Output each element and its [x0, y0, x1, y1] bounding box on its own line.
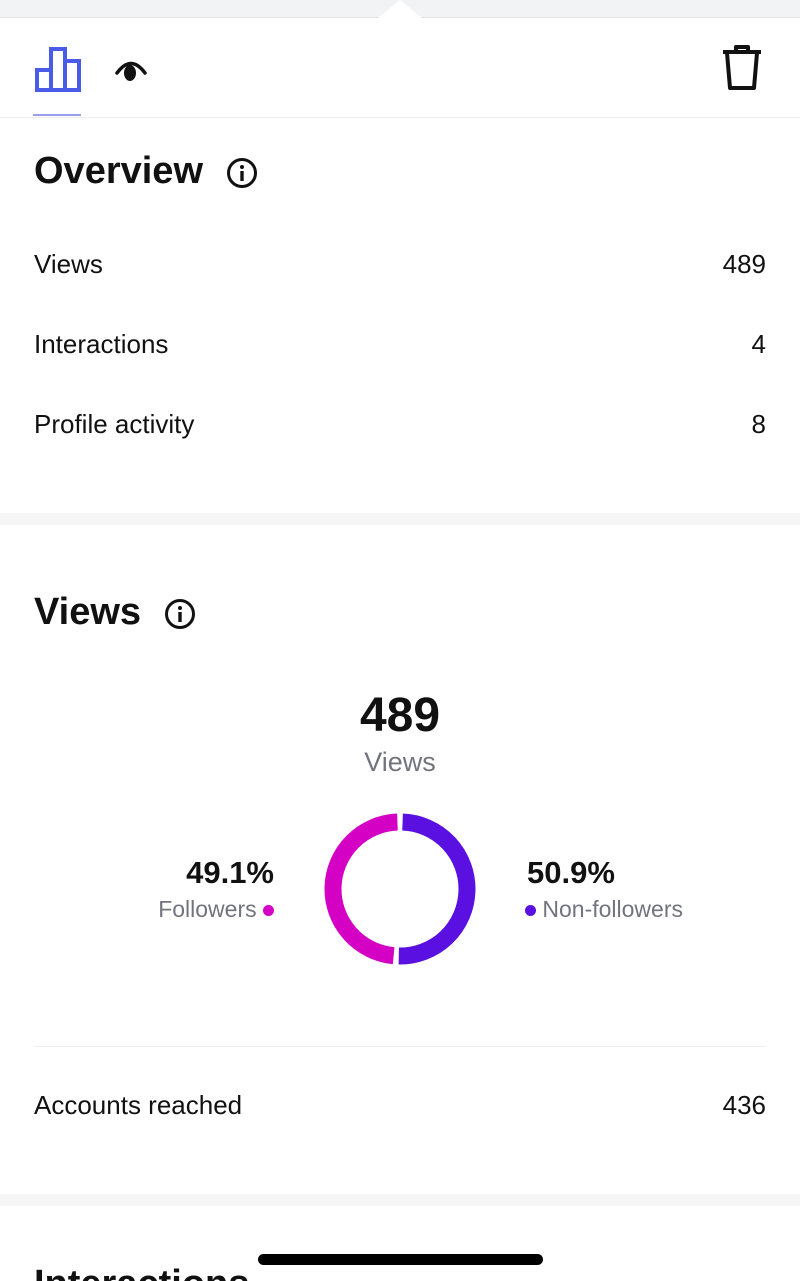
trash-icon: [723, 45, 761, 90]
tab-insights[interactable]: [34, 46, 82, 97]
overview-title-text: Overview: [34, 150, 203, 192]
non-followers-label: Non-followers: [542, 896, 683, 922]
section-divider: [0, 1194, 800, 1206]
row-value: 4: [751, 329, 766, 359]
views-title-text: Views: [34, 591, 142, 633]
eye-icon: [115, 61, 147, 81]
views-donut-chart: [324, 813, 476, 965]
accounts-reached-row[interactable]: Accounts reached 436: [34, 1090, 766, 1121]
row-value: 436: [722, 1090, 766, 1120]
row-value: 8: [751, 409, 766, 439]
sheet-notch: [378, 0, 422, 18]
bar-chart-icon: [35, 47, 81, 92]
views-total: 489: [359, 689, 441, 742]
row-value: 489: [722, 249, 766, 279]
divider: [34, 1046, 766, 1047]
overview-title: Overview: [34, 150, 258, 193]
interactions-title: Interactions: [34, 1262, 249, 1281]
overview-row-interactions[interactable]: Interactions 4: [34, 329, 766, 360]
delete-button[interactable]: [720, 44, 764, 97]
row-label: Accounts reached: [34, 1090, 243, 1120]
info-icon[interactable]: [226, 157, 258, 189]
views-total-label: Views: [364, 747, 436, 777]
row-label: Views: [34, 249, 103, 279]
followers-label: Followers: [158, 896, 257, 922]
donut-segment-non-followers: [398, 813, 476, 965]
home-indicator[interactable]: [258, 1254, 543, 1265]
row-label: Profile activity: [34, 409, 195, 439]
overview-row-profile-activity[interactable]: Profile activity 8: [34, 409, 766, 440]
followers-percent: 49.1%: [186, 855, 274, 890]
donut-segment-followers: [324, 813, 398, 965]
followers-dot: [263, 905, 274, 917]
non-followers-legend: Non-followers: [525, 896, 683, 923]
active-tab-indicator: [33, 114, 81, 116]
followers-legend: Followers: [158, 896, 274, 923]
views-title: Views: [34, 591, 196, 634]
tab-views[interactable]: [114, 56, 148, 91]
section-divider: [0, 513, 800, 525]
non-followers-percent: 50.9%: [527, 855, 615, 890]
overview-row-views[interactable]: Views 489: [34, 249, 766, 280]
info-icon[interactable]: [164, 598, 196, 630]
tab-bar: [0, 18, 800, 118]
row-label: Interactions: [34, 329, 169, 359]
non-followers-dot: [525, 905, 536, 917]
